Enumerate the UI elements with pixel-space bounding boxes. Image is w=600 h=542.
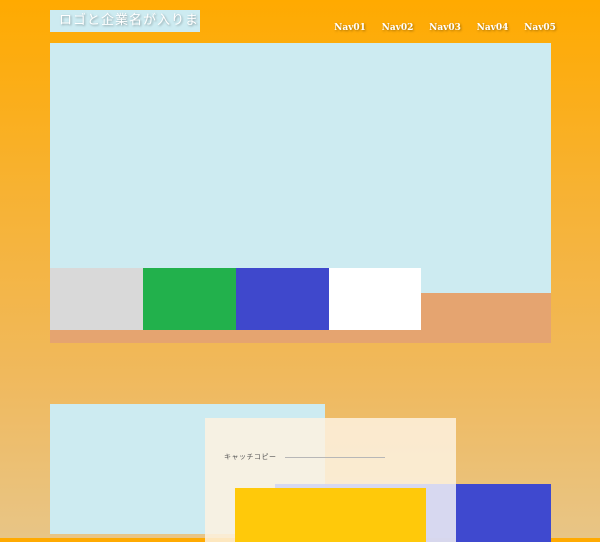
yellow-block <box>235 488 426 542</box>
nav-item-01[interactable]: Nav01 <box>330 23 370 33</box>
logo[interactable]: ロゴと企業名が入ります <box>50 10 200 32</box>
catch-copy-label: キャッチコピー <box>224 453 277 461</box>
slider-thumbnail-2[interactable] <box>143 268 236 330</box>
catch-copy-row: キャッチコピー <box>224 452 385 462</box>
blue-block <box>456 484 551 542</box>
slider-thumbnail-4[interactable] <box>329 268 421 330</box>
nav-item-04[interactable]: Nav04 <box>473 23 513 33</box>
nav-item-02[interactable]: Nav02 <box>378 23 418 33</box>
hero-image <box>50 43 551 343</box>
catch-copy-divider <box>284 456 385 458</box>
slider-thumbnails <box>50 268 421 330</box>
nav-item-05[interactable]: Nav05 <box>520 23 560 33</box>
slider-thumbnail-1[interactable] <box>50 268 143 330</box>
slider-thumbnail-3[interactable] <box>236 268 329 330</box>
feature-section: キャッチコピー <box>50 404 600 542</box>
global-nav: Nav01 Nav02 Nav03 Nav04 Nav05 <box>330 20 560 36</box>
nav-item-03[interactable]: Nav03 <box>425 23 465 33</box>
